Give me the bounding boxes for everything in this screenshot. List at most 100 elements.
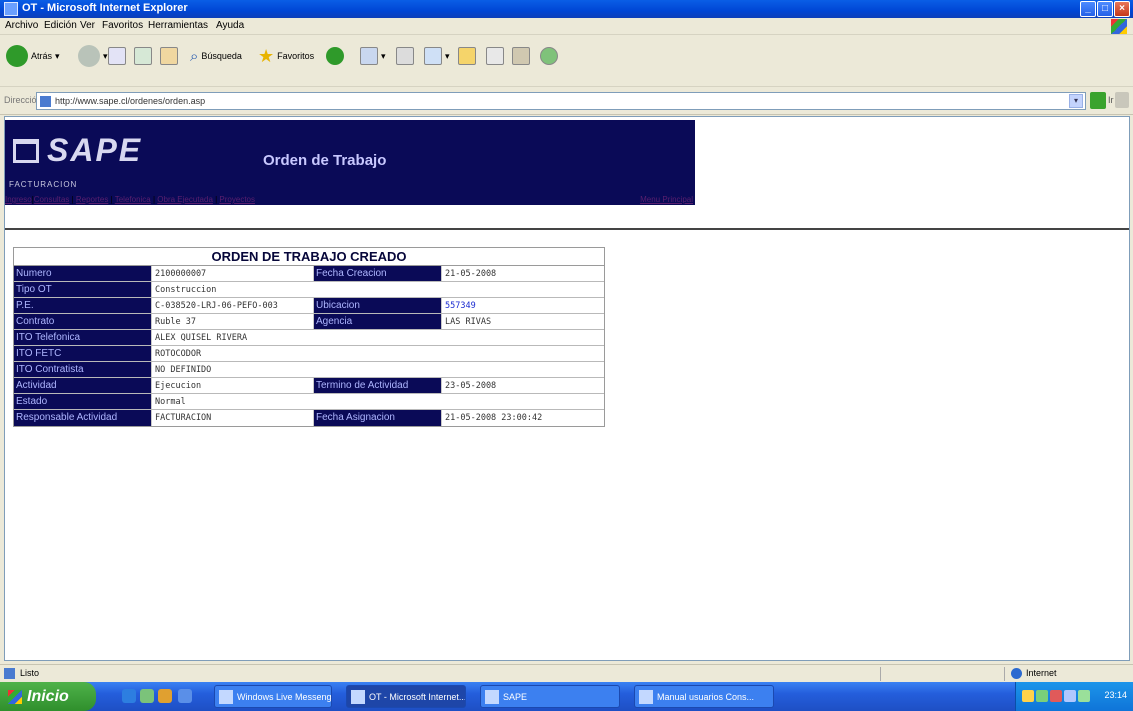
- mail-button[interactable]: ▾: [360, 43, 386, 69]
- go-arrow-icon[interactable]: [1090, 92, 1106, 109]
- favorites-button[interactable]: ★ Favoritos: [258, 43, 314, 69]
- folder-button[interactable]: [458, 43, 476, 69]
- clock: 23:14: [1104, 690, 1127, 700]
- value-termino-actividad: 23-05-2008: [445, 381, 497, 391]
- value-fecha-creacion: 21-05-2008: [445, 269, 497, 279]
- nav-consultas[interactable]: Consultas: [34, 195, 70, 204]
- window-title: OT - Microsoft Internet Explorer: [22, 2, 188, 14]
- refresh-button[interactable]: [134, 43, 152, 69]
- value-numero: 2100000007: [152, 266, 314, 281]
- ie-task-icon: [351, 689, 365, 704]
- mail-icon: [360, 47, 378, 65]
- page-icon: [40, 96, 51, 107]
- page-title: Orden de Trabajo: [263, 152, 387, 169]
- table-row: Numero 2100000007 Fecha Creacion 21-05-2…: [14, 266, 604, 282]
- task-manual-usuarios[interactable]: Manual usuarios Cons...: [634, 685, 774, 708]
- volume-icon[interactable]: [1064, 690, 1076, 702]
- quicklaunch-messenger-icon[interactable]: [140, 689, 154, 703]
- maximize-button[interactable]: □: [1097, 1, 1113, 17]
- menu-archivo[interactable]: Archivo: [5, 20, 38, 31]
- tray-icon[interactable]: [1022, 690, 1034, 702]
- refresh-icon: [134, 47, 152, 65]
- history-icon: [326, 47, 344, 65]
- menu-herramientas[interactable]: Herramientas: [148, 20, 208, 31]
- sape-subtitle: FACTURACION: [9, 180, 78, 189]
- search-icon: ⌕: [190, 47, 199, 65]
- value-contrato: Ruble 37: [152, 314, 314, 329]
- task-sape[interactable]: SAPE: [480, 685, 620, 708]
- table-row: Estado Normal: [14, 394, 604, 410]
- menu-ver[interactable]: Ver: [80, 20, 95, 31]
- stop-icon: [108, 47, 126, 65]
- ie-app-icon: [4, 2, 18, 16]
- home-button[interactable]: [160, 43, 178, 69]
- search-button[interactable]: ⌕ Búsqueda: [190, 43, 242, 69]
- address-bar: Dirección http://www.sape.cl/ordenes/ord…: [0, 87, 1133, 115]
- label-numero: Numero: [14, 266, 152, 281]
- home-icon: [160, 47, 178, 65]
- label-ito-fetc: ITO FETC: [14, 346, 152, 361]
- tray-icon[interactable]: [1036, 690, 1048, 702]
- quicklaunch-more-icon[interactable]: [178, 689, 192, 703]
- nav-reportes[interactable]: Reportes: [76, 195, 108, 204]
- quicklaunch-ie-icon[interactable]: [122, 689, 136, 703]
- folder-task-icon: [485, 689, 499, 704]
- print-button[interactable]: [396, 43, 414, 69]
- table-row: ITO Telefonica ALEX QUISEL RIVERA: [14, 330, 604, 346]
- messenger-button[interactable]: [540, 43, 558, 69]
- back-arrow-icon: [6, 45, 28, 67]
- back-button[interactable]: Atrás ▾: [6, 43, 60, 69]
- stop-button[interactable]: [108, 43, 126, 69]
- address-dropdown-icon[interactable]: ▾: [1069, 94, 1083, 108]
- research-button[interactable]: [512, 43, 530, 69]
- status-divider: [880, 667, 881, 681]
- nav-ingreso[interactable]: Ingreso: [5, 195, 32, 204]
- forward-button[interactable]: ▾: [78, 43, 108, 69]
- quicklaunch-media-icon[interactable]: [158, 689, 172, 703]
- windows-logo-icon: [1111, 19, 1127, 34]
- status-bar: Listo Internet: [0, 664, 1133, 682]
- nav-proyectos[interactable]: Proyectos: [219, 195, 255, 204]
- windows-flag-icon: [8, 689, 22, 704]
- page-done-icon: [4, 668, 15, 679]
- folder-icon: [458, 47, 476, 65]
- address-input[interactable]: http://www.sape.cl/ordenes/orden.asp ▾: [36, 92, 1086, 110]
- document-task-icon: [639, 689, 653, 704]
- history-button[interactable]: [326, 43, 344, 69]
- go-label[interactable]: Ir: [1108, 95, 1114, 105]
- menu-favoritos[interactable]: Favoritos: [102, 20, 143, 31]
- title-bar: OT - Microsoft Internet Explorer _ □ ×: [0, 0, 1133, 18]
- taskbar: Inicio Windows Live Messenger OT - Micro…: [0, 682, 1133, 711]
- start-button[interactable]: Inicio: [0, 682, 96, 711]
- value-ubicacion[interactable]: 557349: [442, 298, 604, 313]
- value-ito-fetc: ROTOCODOR: [155, 349, 202, 359]
- page-viewport[interactable]: SAPE FACTURACION Orden de Trabajo Ingres…: [4, 116, 1130, 661]
- menu-principal-link[interactable]: Menu Principal: [640, 195, 693, 204]
- label-ubicacion: Ubicacion: [314, 298, 442, 313]
- table-row: Contrato Ruble 37 Agencia LAS RIVAS: [14, 314, 604, 330]
- forward-arrow-icon: [78, 45, 100, 67]
- discuss-icon: [486, 47, 504, 65]
- divider: [5, 228, 1129, 230]
- edit-button[interactable]: ▾: [424, 43, 450, 69]
- discuss-button[interactable]: [486, 43, 504, 69]
- minimize-button[interactable]: _: [1080, 1, 1096, 17]
- menu-edicion[interactable]: Edición: [44, 20, 77, 31]
- links-icon[interactable]: [1115, 92, 1129, 108]
- status-text: Listo: [20, 668, 40, 678]
- task-ie-ot[interactable]: OT - Microsoft Internet...: [346, 685, 466, 708]
- close-button[interactable]: ×: [1114, 1, 1130, 17]
- print-icon: [396, 47, 414, 65]
- table-row: Responsable Actividad FACTURACION Fecha …: [14, 410, 604, 426]
- sape-logo: SAPE: [47, 132, 143, 168]
- nav-telefonica[interactable]: Telefonica: [115, 195, 151, 204]
- network-icon[interactable]: [1078, 690, 1090, 702]
- tray-icon[interactable]: [1050, 690, 1062, 702]
- task-windows-live-messenger[interactable]: Windows Live Messenger: [214, 685, 332, 708]
- label-actividad: Actividad: [14, 378, 152, 393]
- sape-header: SAPE FACTURACION Orden de Trabajo: [5, 120, 695, 205]
- table-row: ITO FETC ROTOCODOR: [14, 346, 604, 362]
- nav-obra-ejecutada[interactable]: Obra Ejecutada: [157, 195, 213, 204]
- zone-label: Internet: [1026, 668, 1057, 678]
- menu-ayuda[interactable]: Ayuda: [216, 20, 244, 31]
